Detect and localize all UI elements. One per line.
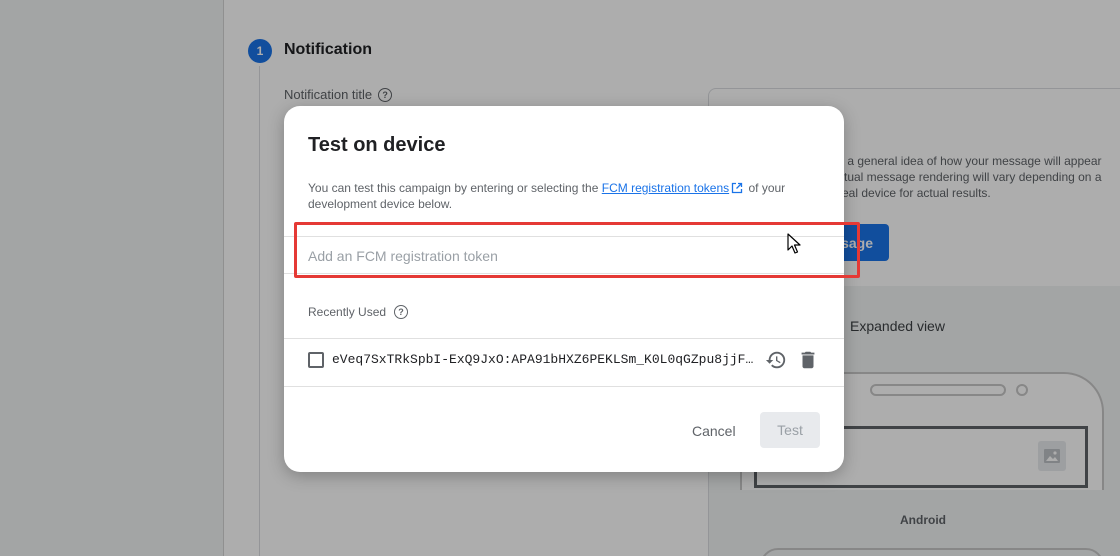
open-in-new-icon[interactable] [731, 182, 743, 194]
history-icon[interactable] [765, 349, 787, 371]
dialog-description: You can test this campaign by entering o… [308, 180, 808, 212]
dialog-title: Test on device [308, 134, 446, 156]
delete-icon[interactable] [797, 349, 819, 371]
recently-used-label: Recently Used ? [308, 305, 409, 319]
token-checkbox[interactable] [308, 352, 324, 368]
test-button[interactable]: Test [760, 412, 820, 448]
mouse-cursor-icon [787, 233, 801, 254]
fcm-token-input[interactable] [308, 245, 808, 267]
fcm-tokens-link[interactable]: FCM registration tokens [602, 181, 729, 195]
help-icon[interactable]: ? [394, 305, 409, 319]
token-input-row [284, 236, 844, 274]
token-value: eVeq7SxTRkSpbI-ExQ9JxO:APA91bHXZ6PEKLSm_… [332, 352, 758, 367]
recent-token-item: eVeq7SxTRkSpbI-ExQ9JxO:APA91bHXZ6PEKLSm_… [284, 338, 844, 387]
cancel-button[interactable]: Cancel [680, 413, 748, 449]
test-on-device-dialog: Test on device You can test this campaig… [284, 106, 844, 472]
recently-used-text: Recently Used [308, 305, 387, 319]
description-text-start: You can test this campaign by entering o… [308, 181, 602, 195]
